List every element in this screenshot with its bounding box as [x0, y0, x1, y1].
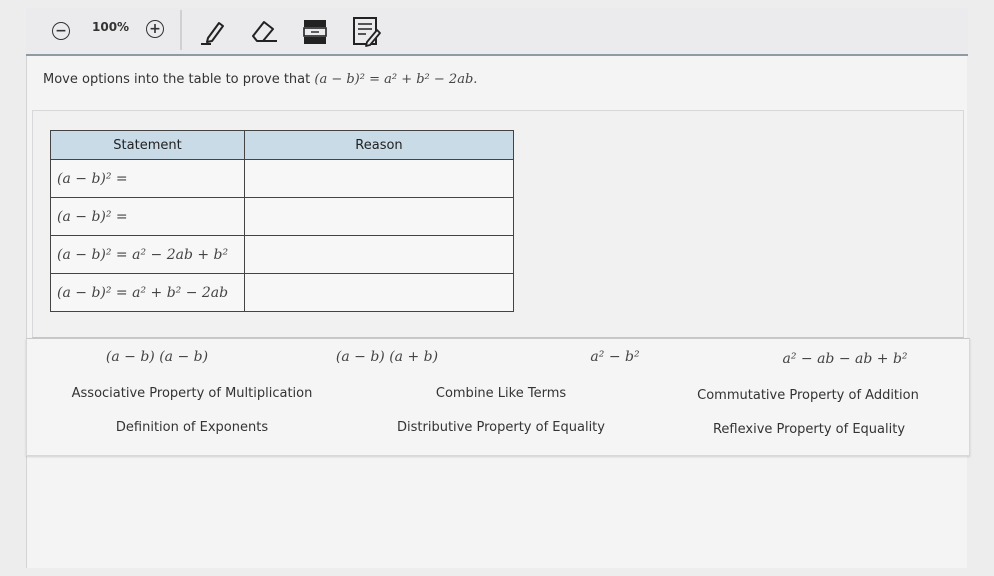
- reason-header: Reason: [244, 130, 514, 160]
- table-row: (a − b)² = a² + b² − 2ab: [50, 273, 514, 312]
- eraser-icon: [252, 21, 277, 42]
- option-distributive-property[interactable]: Distributive Property of Equality: [397, 420, 605, 435]
- eraser-button[interactable]: [246, 14, 280, 48]
- pencil-button[interactable]: [198, 14, 230, 48]
- toolbar-divider: [180, 10, 182, 50]
- proof-table: Statement Reason (a − b)² = (a − b)² = (…: [50, 130, 514, 312]
- table-header-row: Statement Reason: [50, 130, 514, 160]
- option-associative-property[interactable]: Associative Property of Multiplication: [72, 386, 313, 401]
- notepad-icon: [353, 17, 381, 47]
- reason-drop-zone[interactable]: [244, 235, 514, 274]
- statement-cell: (a − b)² = a² + b² − 2ab: [50, 273, 245, 312]
- option-expression[interactable]: a² − ab − ab + b²: [782, 351, 907, 367]
- table-row: (a − b)² =: [50, 197, 514, 236]
- reason-drop-zone[interactable]: [244, 273, 514, 312]
- zoom-out-button[interactable]: −: [52, 22, 70, 40]
- statement-cell[interactable]: (a − b)² =: [50, 197, 245, 236]
- toolbar: − 100% +: [26, 8, 968, 56]
- option-expression[interactable]: (a − b) (a − b): [106, 349, 208, 365]
- statement-header: Statement: [50, 130, 245, 160]
- zoom-out-icon: −: [52, 22, 70, 40]
- option-bank: (a − b) (a − b) (a − b) (a + b) a² − b² …: [26, 338, 970, 456]
- zoom-in-icon: +: [146, 20, 164, 38]
- reason-drop-zone[interactable]: [244, 197, 514, 236]
- line-reader-icon: [303, 20, 327, 44]
- prompt-equation: (a − b)² = a² + b² − 2ab.: [314, 72, 478, 87]
- option-expression[interactable]: (a − b) (a + b): [336, 349, 438, 365]
- prompt-text: Move options into the table to prove tha…: [43, 72, 315, 87]
- zoom-level: 100%: [92, 20, 130, 34]
- option-reflexive-property[interactable]: Reflexive Property of Equality: [713, 422, 905, 437]
- pencil-icon: [201, 22, 224, 45]
- statement-cell[interactable]: (a − b)² =: [50, 159, 245, 198]
- option-expression[interactable]: a² − b²: [590, 349, 639, 365]
- line-reader-button[interactable]: [302, 14, 328, 48]
- option-definition-of-exponents[interactable]: Definition of Exponents: [116, 420, 268, 435]
- option-combine-like-terms[interactable]: Combine Like Terms: [436, 386, 566, 401]
- instructions: Move options into the table to prove tha…: [43, 72, 477, 87]
- statement-cell: (a − b)² = a² − 2ab + b²: [50, 235, 245, 274]
- table-row: (a − b)² = a² − 2ab + b²: [50, 235, 514, 274]
- table-row: (a − b)² =: [50, 159, 514, 198]
- notepad-button[interactable]: [350, 14, 384, 48]
- zoom-in-button[interactable]: +: [146, 20, 164, 38]
- reason-drop-zone[interactable]: [244, 159, 514, 198]
- option-commutative-property[interactable]: Commutative Property of Addition: [697, 388, 919, 403]
